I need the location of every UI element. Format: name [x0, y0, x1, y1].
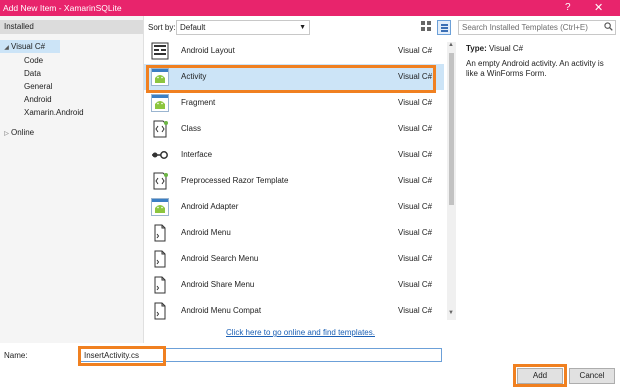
tile-view-icon[interactable] [421, 21, 433, 33]
layout-icon [151, 42, 169, 60]
template-language: Visual C# [398, 124, 433, 133]
android-icon [151, 68, 169, 86]
android-icon [151, 94, 169, 112]
template-name: Android Adapter [181, 202, 239, 211]
template-name: Class [181, 124, 202, 133]
template-language: Visual C# [398, 228, 433, 237]
template-language: Visual C# [398, 72, 433, 81]
template-item[interactable]: Activity Visual C# [144, 64, 444, 90]
type-label: Type: [466, 44, 487, 53]
template-item[interactable]: Preprocessed Razor Template Visual C# [144, 168, 444, 194]
tree-item-label: Code [24, 56, 44, 65]
file-icon [151, 276, 169, 294]
tree-item-label: General [24, 82, 53, 91]
sort-select[interactable]: Default ▼ [176, 20, 310, 35]
template-item[interactable]: Android Adapter Visual C# [144, 194, 444, 220]
template-list: Android Layout Visual C# Activity Visual C#… [144, 38, 452, 320]
template-item[interactable]: Android Menu Compat Visual C# [144, 298, 444, 320]
help-button[interactable]: ? [565, 2, 571, 13]
search-input[interactable]: Search Installed Templates (Ctrl+E) [458, 20, 616, 35]
template-language: Visual C# [398, 306, 433, 315]
template-name: Android Search Menu [181, 254, 259, 263]
file-icon [151, 224, 169, 242]
tree-item[interactable]: General [0, 80, 52, 93]
template-item[interactable]: Fragment Visual C# [144, 90, 444, 116]
template-name: Activity [181, 72, 207, 81]
android-icon [151, 198, 169, 216]
template-name: Interface [181, 150, 213, 159]
sort-label: Sort by: [148, 23, 176, 32]
template-name: Android Menu [181, 228, 231, 237]
template-item[interactable]: Android Share Menu Visual C# [144, 272, 444, 298]
interface-icon [151, 146, 169, 164]
sort-value: Default [180, 23, 206, 32]
tree-item-label: Visual C# [11, 42, 46, 51]
file-icon [151, 250, 169, 268]
template-language: Visual C# [398, 202, 433, 211]
tree-item[interactable]: ◢ Visual C# [0, 40, 60, 53]
class-icon [151, 172, 169, 190]
template-item[interactable]: Android Search Menu Visual C# [144, 246, 444, 272]
scrollbar-thumb[interactable] [449, 53, 454, 205]
details-panel: Search Installed Templates (Ctrl+E) Type… [458, 16, 620, 343]
online-templates-link[interactable]: Click here to go online and find templat… [226, 328, 375, 337]
tree-item-label: Data [24, 69, 41, 78]
template-scrollbar[interactable]: ▲ ▼ [447, 42, 456, 320]
class-icon [151, 120, 169, 138]
tree-item[interactable]: Xamarin.Android [0, 106, 84, 119]
template-language: Visual C# [398, 150, 433, 159]
type-line: Type: Visual C# [466, 44, 523, 53]
chevron-down-icon: ▼ [299, 24, 306, 31]
template-language: Visual C# [398, 254, 433, 263]
template-item[interactable]: Interface Visual C# [144, 142, 444, 168]
template-item[interactable]: Android Menu Visual C# [144, 220, 444, 246]
file-icon [151, 302, 169, 320]
list-view-icon[interactable] [437, 20, 451, 35]
template-language: Visual C# [398, 176, 433, 185]
name-label: Name: [4, 351, 28, 360]
scroll-down-icon[interactable]: ▼ [448, 310, 454, 316]
window-title: Add New Item - XamarinSQLite [3, 3, 122, 13]
type-value: Visual C# [488, 44, 524, 53]
tree-item[interactable]: ▷ Online [0, 126, 34, 139]
template-item[interactable]: Android Layout Visual C# [144, 38, 444, 64]
template-description: An empty Android activity. An activity i… [466, 59, 604, 78]
search-icon [604, 22, 613, 31]
template-name: Fragment [181, 98, 216, 107]
template-language: Visual C# [398, 46, 433, 55]
category-sidebar: Installed ◢ Visual C# Code Data General Andro… [0, 16, 144, 343]
template-language: Visual C# [398, 98, 433, 107]
template-name: Android Layout [181, 46, 235, 55]
cancel-button[interactable]: Cancel [569, 368, 615, 384]
search-placeholder: Search Installed Templates (Ctrl+E) [462, 23, 588, 32]
tree-item-label: Online [11, 128, 35, 137]
tree-item[interactable]: Android [0, 93, 52, 106]
template-name: Android Share Menu [181, 280, 255, 289]
tree-item-label: Xamarin.Android [24, 108, 84, 117]
template-item[interactable]: Class Visual C# [144, 116, 444, 142]
title-bar: Add New Item - XamarinSQLite ? ✕ [0, 0, 620, 16]
add-button[interactable]: Add [517, 368, 563, 384]
tree-item-label: Android [24, 95, 52, 104]
template-language: Visual C# [398, 280, 433, 289]
close-button[interactable]: ✕ [594, 1, 603, 14]
scroll-up-icon[interactable]: ▲ [448, 42, 454, 48]
installed-header: Installed [0, 20, 143, 34]
collapsed-arrow-icon[interactable]: ▷ [2, 128, 11, 141]
tree-item[interactable]: Code [0, 54, 43, 67]
template-name: Preprocessed Razor Template [181, 176, 289, 185]
template-name: Android Menu Compat [181, 306, 262, 315]
name-input[interactable] [80, 348, 442, 362]
tree-item[interactable]: Data [0, 67, 41, 80]
